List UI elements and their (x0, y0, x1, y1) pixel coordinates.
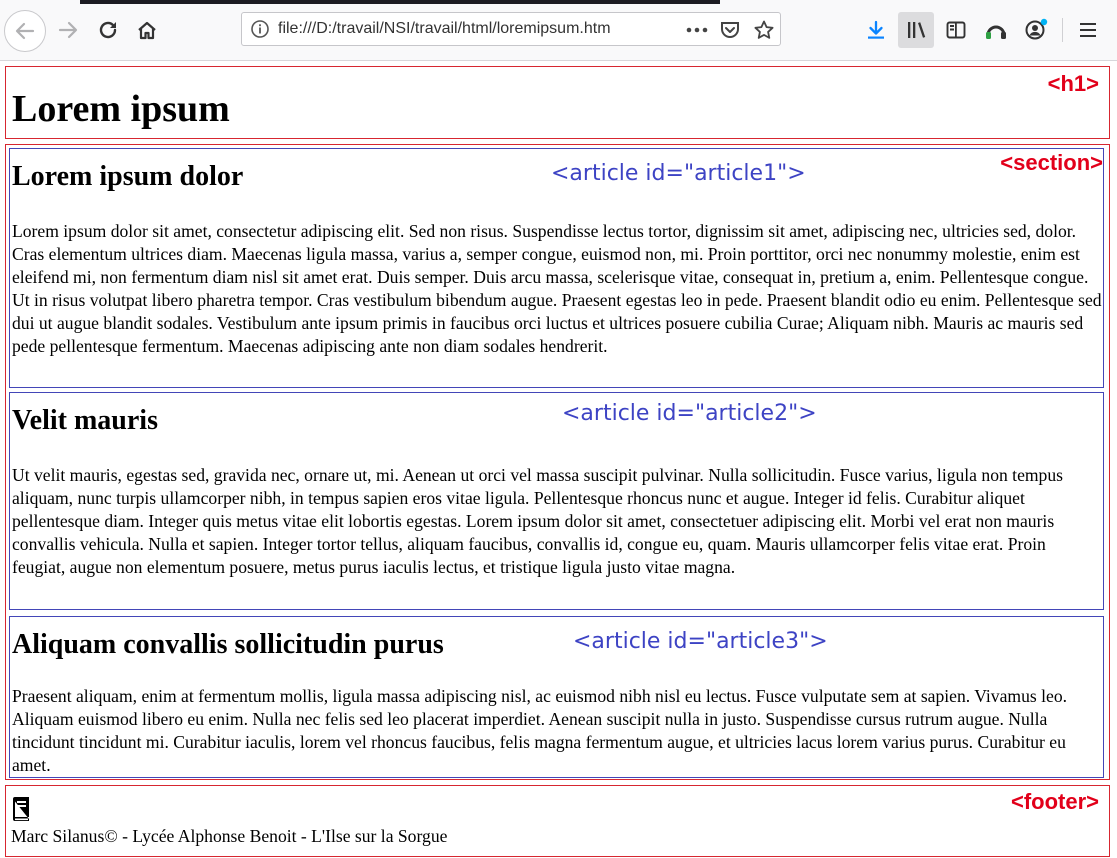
h1-box: Lorem ipsum <h1> (5, 66, 1110, 139)
address-bar[interactable]: file:///D:/travail/NSI/travail/html/lore… (241, 12, 781, 46)
footer-box: <footer> Marc Silanus© - Lycée Alphonse … (5, 785, 1110, 857)
browser-toolbar: file:///D:/travail/NSI/travail/html/lore… (0, 0, 1117, 61)
article-3: Aliquam convallis sollicitudin purus <ar… (9, 616, 1104, 778)
downloads-button[interactable] (858, 12, 894, 48)
section-box: <section> Lorem ipsum dolor <article id=… (5, 144, 1110, 780)
extension-icon (986, 25, 1006, 39)
toolbar-separator (1062, 18, 1063, 42)
reload-icon (99, 21, 117, 39)
library-icon (908, 22, 926, 38)
account-icon (1025, 18, 1048, 40)
article-1-title: Lorem ipsum dolor (12, 161, 244, 192)
bookmark-star-icon[interactable] (751, 17, 777, 43)
footer-text: Marc Silanus© - Lycée Alphonse Benoit - … (11, 826, 448, 846)
url-text[interactable]: file:///D:/travail/NSI/travail/html/lore… (278, 20, 678, 38)
book-icon (10, 796, 32, 827)
reload-button[interactable] (90, 12, 126, 48)
info-icon[interactable] (250, 19, 270, 44)
article-1: Lorem ipsum dolor <article id="article1"… (9, 148, 1104, 388)
article-2: Velit mauris <article id="article2"> Ut … (9, 392, 1104, 610)
arrow-left-icon (15, 22, 35, 40)
article-1-tag-label: <article id="article1"> (551, 161, 806, 186)
menu-button[interactable] (1070, 12, 1106, 48)
extension-button[interactable] (978, 12, 1014, 48)
footer-tag-label: <footer> (1010, 789, 1099, 814)
download-icon (868, 20, 884, 39)
home-button[interactable] (129, 12, 165, 48)
hamburger-menu-icon (1080, 23, 1096, 37)
page-actions-icon[interactable] (684, 17, 710, 43)
h1-tag-label: <h1> (1047, 71, 1099, 96)
article-3-title: Aliquam convallis sollicitudin purus (12, 629, 444, 660)
article-2-text: Ut velit mauris, egestas sed, gravida ne… (12, 465, 1064, 577)
arrow-right-icon (58, 21, 78, 39)
back-button[interactable] (4, 10, 46, 52)
article-3-text: Praesent aliquam, enim at fermentum moll… (12, 686, 1068, 775)
forward-button[interactable] (50, 12, 86, 48)
sidebar-button[interactable] (938, 12, 974, 48)
article-2-tag-label: <article id="article2"> (562, 401, 817, 426)
page-heading: Lorem ipsum (12, 88, 230, 130)
article-1-text: Lorem ipsum dolor sit amet, consectetur … (12, 221, 1102, 356)
account-button[interactable] (1018, 12, 1054, 48)
library-button[interactable] (898, 12, 934, 48)
article-3-tag-label: <article id="article3"> (573, 629, 828, 654)
pocket-icon[interactable] (717, 17, 743, 43)
sidebar-icon (946, 21, 966, 39)
home-icon (138, 21, 156, 40)
tab-strip-edge (80, 0, 720, 4)
article-2-title: Velit mauris (12, 405, 158, 436)
